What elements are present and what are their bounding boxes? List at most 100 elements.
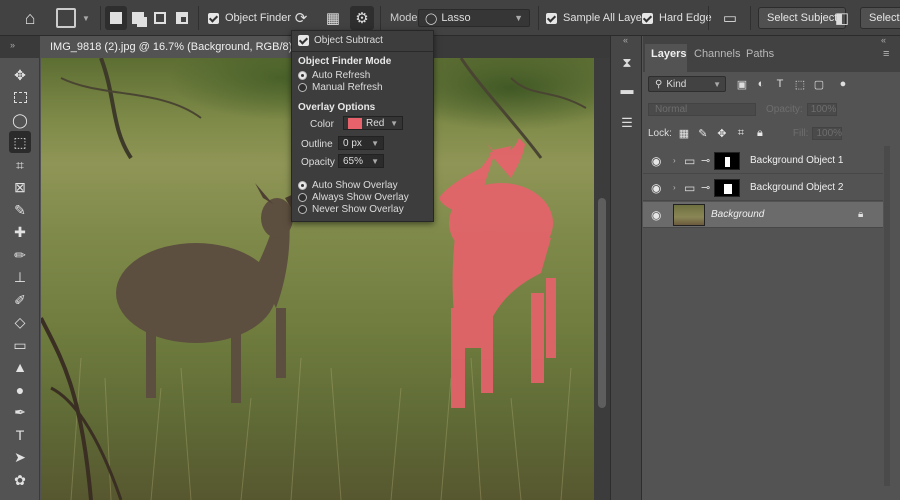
- tab-channels[interactable]: Channels: [694, 48, 740, 60]
- shape-filter-icon[interactable]: ⬚: [793, 77, 807, 91]
- adjustment-filter-icon[interactable]: ◐: [754, 77, 768, 91]
- layer-mask-thumbnail[interactable]: [714, 151, 740, 170]
- object-subtract-checkbox[interactable]: [298, 35, 309, 46]
- lasso-tool-icon[interactable]: ◯: [9, 109, 31, 131]
- move-tool-icon[interactable]: ✥: [9, 64, 31, 86]
- blend-mode-dropdown[interactable]: Normal: [648, 102, 756, 116]
- home-icon[interactable]: ⌂: [14, 6, 46, 30]
- object-finder-toggle[interactable]: Object Finder: [208, 6, 291, 30]
- sample-all-layers-checkbox[interactable]: [546, 12, 557, 24]
- auto-refresh-radio[interactable]: [298, 71, 307, 80]
- object-overlay-deer: [439, 138, 556, 408]
- history-brush-tool-icon[interactable]: ✐: [9, 289, 31, 311]
- smart-object-filter-icon[interactable]: ▢: [812, 77, 826, 91]
- refresh-icon[interactable]: ⟳: [289, 6, 313, 30]
- chevron-down-icon: ▼: [390, 118, 398, 128]
- subtract-from-selection-button[interactable]: [149, 6, 171, 30]
- collapse-dock-icon[interactable]: «: [623, 35, 628, 45]
- eye-icon[interactable]: ◉: [651, 208, 661, 222]
- panel-menu-icon[interactable]: ≡: [883, 48, 889, 60]
- path-selection-tool-icon[interactable]: ➤: [9, 446, 31, 468]
- crop-tool-icon[interactable]: ⌗: [9, 154, 31, 176]
- lock-position-icon[interactable]: ✥: [715, 126, 729, 140]
- type-filter-icon[interactable]: T: [773, 77, 787, 91]
- collapse-toolbar-icon[interactable]: »: [10, 40, 15, 50]
- gear-icon[interactable]: ⚙: [350, 6, 374, 30]
- eye-icon[interactable]: ◉: [651, 181, 661, 195]
- mask-mode-icon[interactable]: ◧: [830, 6, 854, 30]
- layer-thumbnail[interactable]: [673, 203, 705, 226]
- blur-tool-icon[interactable]: ▲: [9, 356, 31, 378]
- always-show-overlay-option[interactable]: Always Show Overlay: [298, 192, 409, 203]
- mode-dropdown[interactable]: ◯ Lasso ▼: [418, 9, 530, 27]
- auto-show-overlay-option[interactable]: Auto Show Overlay: [298, 180, 398, 191]
- always-show-radio[interactable]: [298, 193, 307, 202]
- chevron-down-icon[interactable]: ▼: [371, 157, 379, 166]
- link-icon[interactable]: ⊸: [701, 154, 710, 167]
- layer-row[interactable]: ◉ › ▭ ⊸ Background Object 1: [643, 148, 883, 174]
- hard-edge-toggle[interactable]: Hard Edge: [642, 6, 712, 30]
- filter-toggle-icon[interactable]: ●: [836, 77, 850, 91]
- healing-brush-tool-icon[interactable]: ✚: [9, 221, 31, 243]
- brush-tool-icon[interactable]: ✏: [9, 244, 31, 266]
- eraser-tool-icon[interactable]: ◇: [9, 311, 31, 333]
- intersect-selection-button[interactable]: [171, 6, 193, 30]
- hard-edge-checkbox[interactable]: [642, 12, 653, 24]
- add-to-selection-button[interactable]: [127, 6, 149, 30]
- auto-show-radio[interactable]: [298, 181, 307, 190]
- layers-panel: « Layers Channels Paths ≡ ⚲ Kind ▼ ▣ ◐ T…: [643, 35, 900, 500]
- object-subtract-toggle[interactable]: Object Subtract: [298, 35, 383, 46]
- lock-artboard-icon[interactable]: ⌗: [734, 126, 748, 140]
- layer-row[interactable]: ◉ › ▭ ⊸ Background Object 2: [643, 175, 883, 201]
- overlay-color-dropdown[interactable]: Red ▼: [343, 116, 403, 130]
- chevron-right-icon[interactable]: ›: [673, 156, 676, 165]
- select-and-mask-button[interactable]: Select: [860, 7, 900, 29]
- fill-field[interactable]: 100%: [812, 126, 843, 140]
- layer-mask-thumbnail[interactable]: [714, 178, 740, 197]
- clone-stamp-tool-icon[interactable]: ⊥: [9, 266, 31, 288]
- manual-refresh-radio[interactable]: [298, 83, 307, 92]
- layers-scrollbar[interactable]: [884, 146, 890, 486]
- history-icon[interactable]: ⧗: [618, 54, 636, 72]
- never-show-radio[interactable]: [298, 205, 307, 214]
- lock-image-icon[interactable]: ✎: [696, 126, 710, 140]
- type-tool-icon[interactable]: T: [9, 424, 31, 446]
- feedback-icon[interactable]: ▭: [718, 6, 742, 30]
- pixel-filter-icon[interactable]: ▣: [735, 77, 749, 91]
- tool-preset-picker[interactable]: ▼: [56, 6, 96, 30]
- lock-all-icon[interactable]: 🔒︎: [753, 126, 767, 140]
- manual-refresh-option[interactable]: Manual Refresh: [298, 82, 383, 93]
- auto-refresh-option[interactable]: Auto Refresh: [298, 70, 370, 81]
- scrollbar-thumb[interactable]: [598, 198, 606, 408]
- canvas-vertical-scrollbar[interactable]: [594, 58, 610, 500]
- object-finder-checkbox[interactable]: [208, 12, 219, 24]
- document-tab[interactable]: IMG_9818 (2).jpg @ 16.7% (Background, RG…: [40, 36, 310, 58]
- layer-row[interactable]: ◉ Background 🔒︎: [643, 202, 883, 228]
- properties-icon[interactable]: ☰: [618, 114, 636, 132]
- opacity-input[interactable]: 65% ▼: [338, 154, 384, 168]
- new-selection-button[interactable]: [105, 6, 127, 30]
- tab-layers[interactable]: Layers: [651, 48, 686, 60]
- dodge-tool-icon[interactable]: ●: [9, 379, 31, 401]
- outline-input[interactable]: 0 px ▼: [338, 136, 384, 150]
- gradient-tool-icon[interactable]: ▭: [9, 334, 31, 356]
- link-icon[interactable]: ⊸: [701, 181, 710, 194]
- eyedropper-tool-icon[interactable]: ✎: [9, 199, 31, 221]
- sample-all-layers-toggle[interactable]: Sample All Layers: [546, 6, 651, 30]
- comments-icon[interactable]: ▬: [618, 80, 636, 98]
- show-all-objects-icon[interactable]: ▦: [321, 6, 345, 30]
- eye-icon[interactable]: ◉: [651, 154, 661, 168]
- pen-tool-icon[interactable]: ✒: [9, 401, 31, 423]
- object-selection-tool-icon[interactable]: ⬚: [9, 131, 31, 153]
- chevron-down-icon[interactable]: ▼: [371, 139, 379, 148]
- never-show-overlay-option[interactable]: Never Show Overlay: [298, 204, 404, 215]
- shape-tool-icon[interactable]: ✿: [9, 469, 31, 491]
- collapse-panel-icon[interactable]: «: [881, 35, 886, 45]
- tab-paths[interactable]: Paths: [746, 48, 774, 60]
- lock-transparent-icon[interactable]: ▦: [677, 126, 691, 140]
- opacity-field[interactable]: 100%: [806, 102, 837, 116]
- marquee-tool-icon[interactable]: [9, 86, 31, 108]
- layer-filter-kind-dropdown[interactable]: ⚲ Kind ▼: [648, 76, 726, 92]
- chevron-right-icon[interactable]: ›: [673, 183, 676, 192]
- frame-tool-icon[interactable]: ⊠: [9, 176, 31, 198]
